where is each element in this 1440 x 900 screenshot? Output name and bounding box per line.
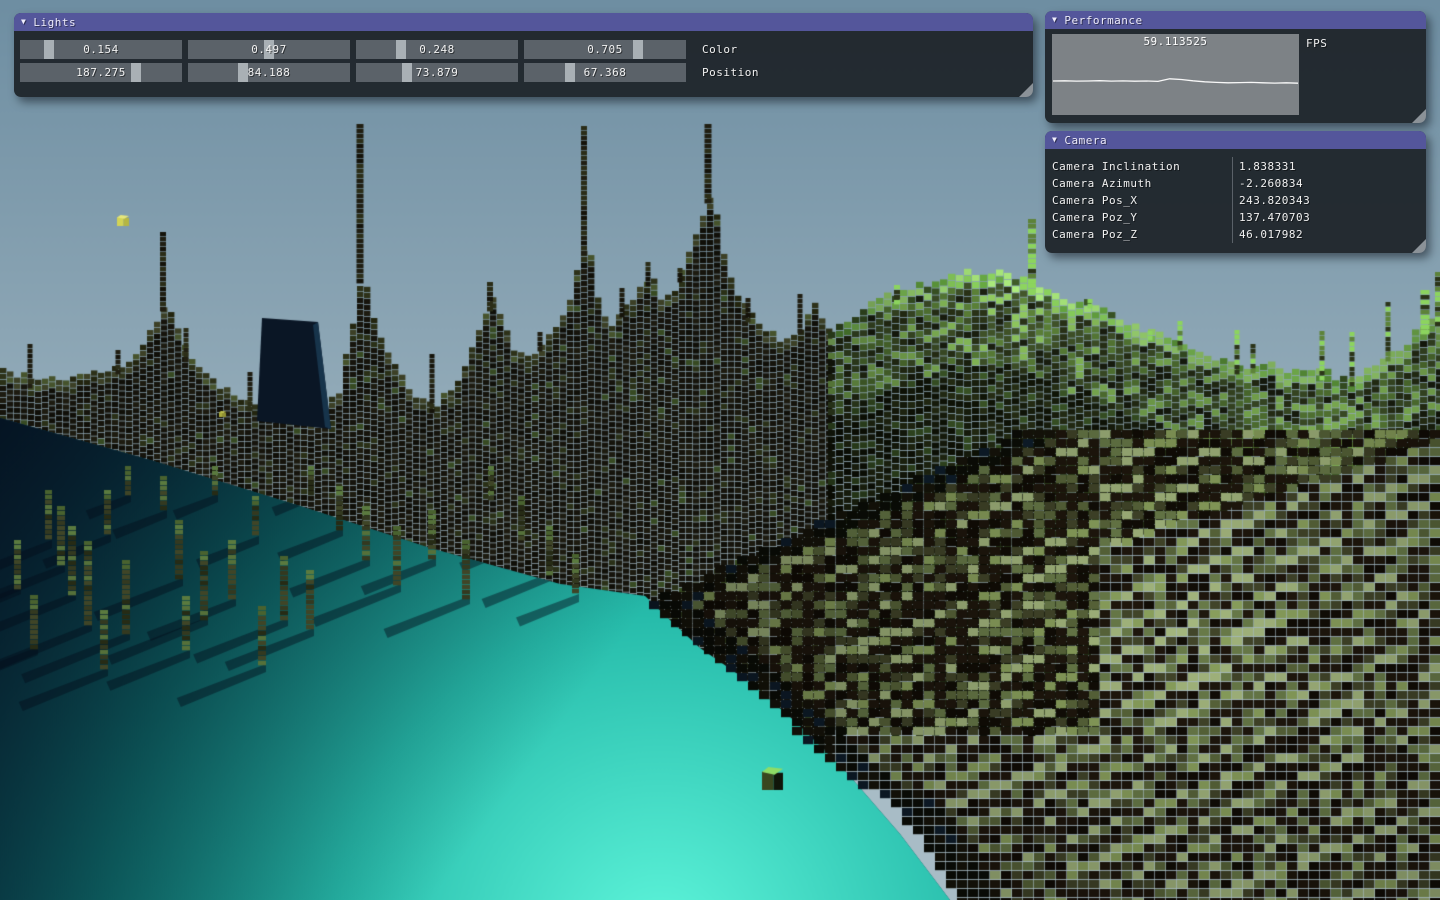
panel-title: Lights [33,16,76,29]
fps-value: 59.113525 [1052,35,1299,48]
resize-grip[interactable] [1412,109,1426,123]
camera-row-value: 243.820343 [1239,192,1310,209]
panel-title: Camera [1064,134,1107,147]
fps-graph-line [1053,79,1298,83]
slider-value: 0.497 [188,40,350,59]
resize-grip[interactable] [1019,83,1033,97]
camera-rows: Camera Inclination 1.838331 Camera Azimu… [1045,158,1426,243]
panel-camera-header[interactable]: ▼ Camera [1045,131,1426,149]
slider-value: 0.154 [20,40,182,59]
lights-position-slider-3[interactable]: 73.879 [356,63,518,82]
panel-lights-header[interactable]: ▼ Lights [14,13,1033,31]
camera-row-label: Camera Pos_X [1052,192,1137,209]
lights-position-slider-2[interactable]: 84.188 [188,63,350,82]
lights-color-slider-3[interactable]: 0.248 [356,40,518,59]
app-window: ▼ Lights 0.154 0.497 0.248 0.705 Color [0,0,1440,900]
slider-value: 0.705 [524,40,686,59]
camera-row-pos-z[interactable]: Camera Poz_Z 46.017982 [1045,226,1426,243]
lights-position-slider-4[interactable]: 67.368 [524,63,686,82]
panel-performance-header[interactable]: ▼ Performance [1045,11,1426,29]
fps-graph: 59.113525 [1052,34,1299,115]
camera-row-pos-x[interactable]: Camera Pos_X 243.820343 [1045,192,1426,209]
resize-grip[interactable] [1412,239,1426,253]
lights-color-slider-2[interactable]: 0.497 [188,40,350,59]
panel-lights: ▼ Lights 0.154 0.497 0.248 0.705 Color [14,13,1033,97]
lights-color-row: 0.154 0.497 0.248 0.705 Color [20,40,738,59]
camera-column-divider [1232,157,1233,243]
camera-row-inclination[interactable]: Camera Inclination 1.838331 [1045,158,1426,175]
lights-color-slider-1[interactable]: 0.154 [20,40,182,59]
panel-performance: ▼ Performance 59.113525 FPS [1045,11,1426,123]
camera-row-value: 46.017982 [1239,226,1303,243]
camera-row-pos-y[interactable]: Camera Poz_Y 137.470703 [1045,209,1426,226]
collapse-icon[interactable]: ▼ [1052,16,1057,24]
camera-row-label: Camera Inclination [1052,158,1180,175]
camera-row-label: Camera Poz_Z [1052,226,1137,243]
panel-title: Performance [1064,14,1142,27]
camera-row-label: Camera Poz_Y [1052,209,1137,226]
camera-row-azimuth[interactable]: Camera Azimuth -2.260834 [1045,175,1426,192]
slider-value: 187.275 [20,63,182,82]
slider-value: 0.248 [356,40,518,59]
slider-value: 73.879 [356,63,518,82]
collapse-icon[interactable]: ▼ [21,18,26,26]
lights-position-row: 187.275 84.188 73.879 67.368 Position [20,63,759,82]
panel-camera: ▼ Camera Camera Inclination 1.838331 Cam… [1045,131,1426,253]
camera-row-value: 1.838331 [1239,158,1296,175]
camera-row-label: Camera Azimuth [1052,175,1152,192]
slider-value: 67.368 [524,63,686,82]
fps-label: FPS [1306,37,1327,50]
camera-row-value: -2.260834 [1239,175,1303,192]
slider-value: 84.188 [188,63,350,82]
collapse-icon[interactable]: ▼ [1052,136,1057,144]
camera-row-value: 137.470703 [1239,209,1310,226]
lights-color-label: Color [702,40,738,59]
lights-position-label: Position [702,63,759,82]
lights-color-slider-4[interactable]: 0.705 [524,40,686,59]
lights-position-slider-1[interactable]: 187.275 [20,63,182,82]
